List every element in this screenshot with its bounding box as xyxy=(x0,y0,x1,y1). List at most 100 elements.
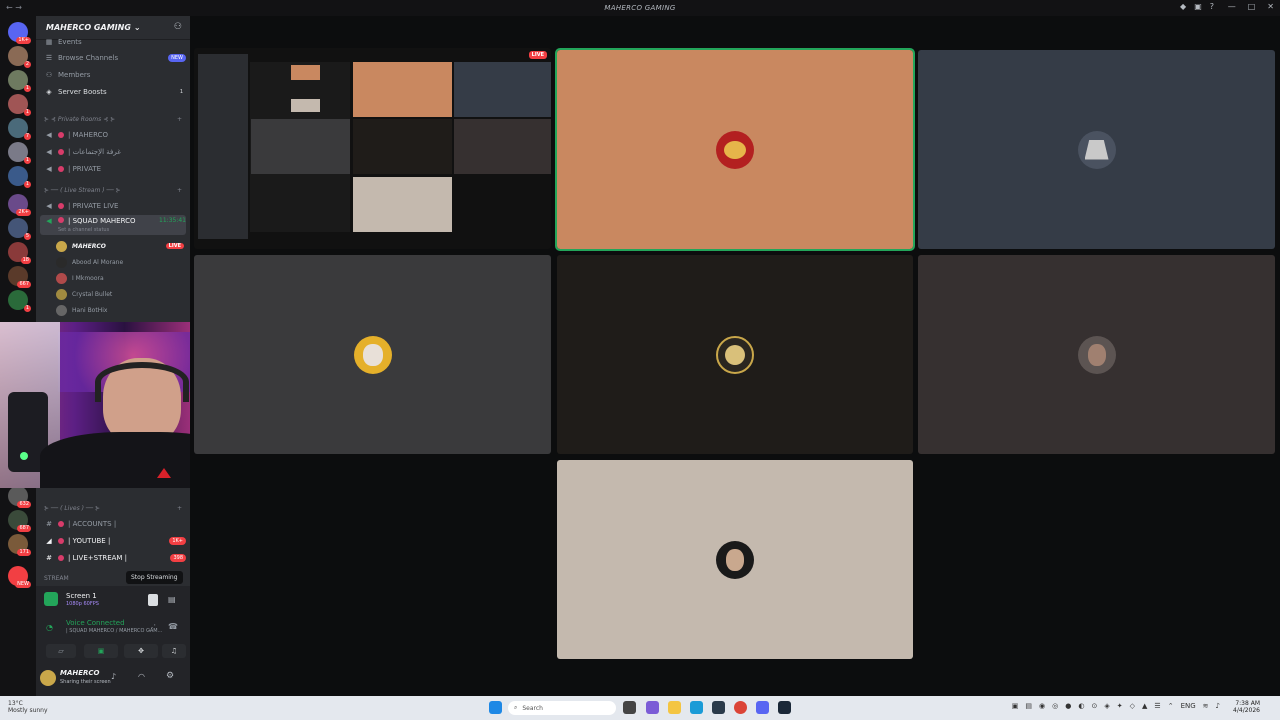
add-channel-icon[interactable]: + xyxy=(177,116,182,123)
server-icon[interactable]: 18 xyxy=(8,242,31,264)
disconnect-icon[interactable]: ☎ xyxy=(168,622,178,631)
tray-icon[interactable]: ◐ xyxy=(1078,702,1084,710)
tooltip: Stop Streaming xyxy=(126,571,183,584)
category-live-stream[interactable]: ⊱ ── ( Live Stream ) ── ⊱ + xyxy=(44,187,182,194)
tray-icon[interactable]: ◎ xyxy=(1052,702,1058,710)
server-icon[interactable]: 687 xyxy=(8,510,31,532)
video-tile[interactable] xyxy=(918,50,1275,249)
tray-icon[interactable]: ▲ xyxy=(1142,702,1147,710)
server-icon[interactable]: 667 xyxy=(8,266,31,288)
home-button[interactable]: 1K+ xyxy=(8,22,31,44)
tray-icon[interactable]: ▣ xyxy=(1012,702,1019,710)
tray-icon[interactable]: ◈ xyxy=(1104,702,1109,710)
volume-icon[interactable]: ♪ xyxy=(1216,702,1220,710)
voice-status[interactable]: Voice Connected xyxy=(66,619,125,627)
nitro-icon[interactable]: ◆ xyxy=(1180,2,1186,11)
share-screen-button[interactable]: ▣ xyxy=(84,644,118,658)
language-indicator[interactable]: ENG xyxy=(1181,702,1196,710)
tray-icon[interactable]: ⊙ xyxy=(1091,702,1097,710)
copilot-icon[interactable] xyxy=(646,701,659,714)
video-tile[interactable] xyxy=(918,255,1275,454)
voice-channel[interactable]: ◀ | PRIVATE xyxy=(40,161,186,176)
stream-settings-icon[interactable]: ▤ xyxy=(168,595,176,604)
app-icon[interactable] xyxy=(712,701,725,714)
menu-server-boosts[interactable]: ◈ Server Boosts 1 xyxy=(40,84,186,99)
server-icon[interactable]: 1 xyxy=(8,70,31,92)
voice-member[interactable]: Abood Al Morane xyxy=(56,255,184,269)
menu-browse-channels[interactable]: ☰ Browse Channels NEW xyxy=(40,50,186,65)
activities-button[interactable]: ✥ xyxy=(124,644,158,658)
server-icon[interactable]: 632 xyxy=(8,486,31,508)
category-private-rooms[interactable]: ⊱ ⊰ Private Rooms ⊰ ⊱ + xyxy=(44,116,182,123)
steam-icon[interactable] xyxy=(778,701,791,714)
video-tile[interactable] xyxy=(557,460,913,659)
taskbar-search[interactable]: ⌕ Search xyxy=(508,701,616,715)
server-icon[interactable]: 2K+ xyxy=(8,194,31,216)
discord-icon[interactable] xyxy=(756,701,769,714)
server-icon[interactable]: 1 xyxy=(8,166,31,188)
tray-icon[interactable]: ● xyxy=(1065,702,1071,710)
task-view-icon[interactable] xyxy=(623,701,636,714)
server-icon[interactable]: 2 xyxy=(8,46,31,68)
help-icon[interactable]: ? xyxy=(1210,2,1214,11)
voice-channel-active[interactable]: ◀ | SQUAD MAHERCO 11:35:41 Set a channel… xyxy=(40,215,186,235)
tray-icon[interactable]: ◇ xyxy=(1130,702,1135,710)
server-icon[interactable]: 5 xyxy=(8,218,31,240)
nested-tile xyxy=(251,119,350,174)
headphones-icon[interactable]: ◠ xyxy=(138,672,145,681)
tray-icon[interactable]: ◉ xyxy=(1039,702,1045,710)
chrome-icon[interactable] xyxy=(734,701,747,714)
speaker-icon: ◀ xyxy=(46,164,52,173)
server-icon[interactable]: 7 xyxy=(8,118,31,140)
add-user-icon[interactable]: ⚇ xyxy=(174,22,182,32)
wifi-icon[interactable]: ≋ xyxy=(1203,702,1209,710)
start-button[interactable] xyxy=(489,701,502,714)
server-icon[interactable]: 1 xyxy=(8,142,31,164)
soundboard-button[interactable]: ♫ xyxy=(162,644,186,658)
weather-widget[interactable]: 13°C Mostly sunny xyxy=(8,700,48,714)
server-icon[interactable]: 171 xyxy=(8,534,31,556)
text-channel[interactable]: # | ACCOUNTS | xyxy=(40,516,186,531)
server-icon[interactable]: 1 xyxy=(8,290,31,312)
camera-button[interactable]: ▱ xyxy=(46,644,76,658)
stop-streaming-button[interactable] xyxy=(148,594,158,606)
gear-icon[interactable]: ⚙ xyxy=(166,671,174,681)
inbox-icon[interactable]: ▣ xyxy=(1194,2,1202,11)
maximize-button[interactable]: □ xyxy=(1248,2,1256,11)
new-server-icon[interactable]: NEW xyxy=(8,566,31,588)
voice-member[interactable]: MAHERCO LIVE xyxy=(56,239,184,253)
microphone-icon[interactable]: ♪ xyxy=(111,672,116,681)
add-channel-icon[interactable]: + xyxy=(177,505,182,512)
menu-events[interactable]: ▦ Events xyxy=(40,34,186,49)
video-tile[interactable] xyxy=(557,255,913,454)
tray-icon[interactable]: ⌃ xyxy=(1168,702,1174,710)
voice-member[interactable]: Hani BotHix xyxy=(56,303,184,317)
tray-icon[interactable]: ▤ xyxy=(1025,702,1032,710)
category-lives[interactable]: ⊱ ── ( Lives ) ── ⊱ + xyxy=(44,505,182,512)
video-tile[interactable] xyxy=(194,255,551,454)
add-channel-icon[interactable]: + xyxy=(177,187,182,194)
minimize-button[interactable]: — xyxy=(1228,2,1236,11)
clock[interactable]: 7:38 AM 4/4/2026 xyxy=(1233,700,1260,714)
file-explorer-icon[interactable] xyxy=(668,701,681,714)
voice-member[interactable]: I Mkmoora xyxy=(56,271,184,285)
stream-tile[interactable]: LIVE xyxy=(194,48,551,249)
text-channel[interactable]: # | LIVE+STREAM | 398 xyxy=(40,550,186,565)
signal-icon[interactable]: ◔ xyxy=(46,623,53,632)
close-button[interactable]: ✕ xyxy=(1267,2,1274,11)
announcement-channel[interactable]: ◢ | YOUTUBE | 1K+ xyxy=(40,533,186,548)
channel-status[interactable]: Set a channel status xyxy=(58,227,109,233)
voice-channel[interactable]: ◀ | MAHERCO xyxy=(40,127,186,142)
voice-channel[interactable]: ◀ | PRIVATE LIVE xyxy=(40,198,186,213)
server-icon[interactable]: 1 xyxy=(8,94,31,116)
edge-icon[interactable] xyxy=(690,701,703,714)
avatar[interactable] xyxy=(40,670,56,686)
menu-members[interactable]: ⚇ Members xyxy=(40,67,186,82)
video-tile-speaking[interactable] xyxy=(555,48,915,251)
voice-channel[interactable]: ◀ | غرفة الإجتماعات xyxy=(40,144,186,159)
tray-icon[interactable]: ☰ xyxy=(1154,702,1160,710)
voice-member[interactable]: Crystal Bullet xyxy=(56,287,184,301)
avatar xyxy=(56,256,67,268)
tray-icon[interactable]: ✦ xyxy=(1117,702,1123,710)
noise-suppression-icon[interactable]: ⋰ xyxy=(148,623,156,632)
